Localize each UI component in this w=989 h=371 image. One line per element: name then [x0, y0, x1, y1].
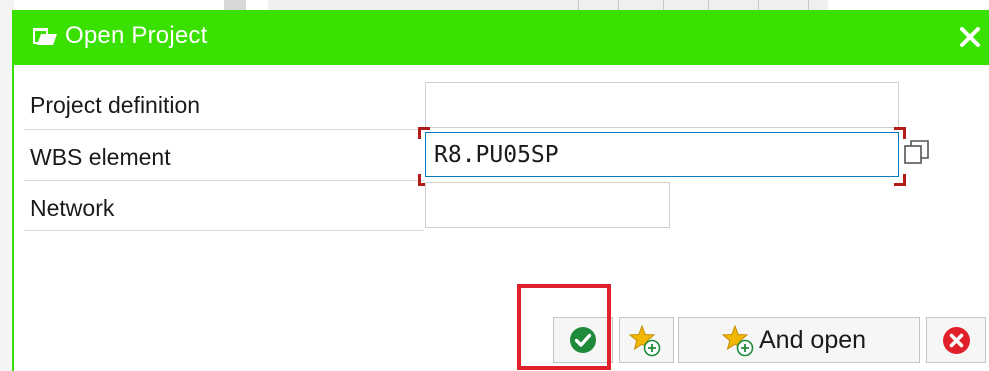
close-icon[interactable] [957, 24, 983, 50]
network-field[interactable] [425, 182, 670, 228]
row-divider [24, 180, 424, 181]
cancel-icon [943, 327, 970, 354]
add-favorite-button[interactable] [619, 317, 674, 363]
value-help-icon[interactable] [902, 137, 932, 167]
highlight-box [517, 284, 611, 370]
star-add-icon [722, 324, 754, 357]
background-toolbar-fragment [224, 0, 246, 10]
open-folder-icon [33, 28, 57, 45]
row-divider [24, 129, 424, 130]
required-field-corner [894, 174, 906, 186]
and-open-label: And open [759, 326, 867, 354]
star-add-icon [629, 324, 661, 357]
dialog-title: Open Project [65, 22, 208, 49]
network-label: Network [30, 195, 115, 221]
wbs-element-label: WBS element [30, 144, 171, 170]
project-definition-field[interactable] [425, 82, 899, 128]
project-definition-label: Project definition [30, 92, 201, 118]
open-project-dialog: Open Project Project definition WBS elem… [12, 10, 989, 371]
and-open-button[interactable]: And open [678, 317, 920, 363]
cancel-button[interactable] [926, 317, 986, 363]
wbs-element-field[interactable]: R8.PU05SP [425, 132, 899, 177]
row-divider [24, 230, 424, 231]
required-field-corner [418, 127, 430, 139]
dialog-titlebar: Open Project [14, 10, 989, 65]
